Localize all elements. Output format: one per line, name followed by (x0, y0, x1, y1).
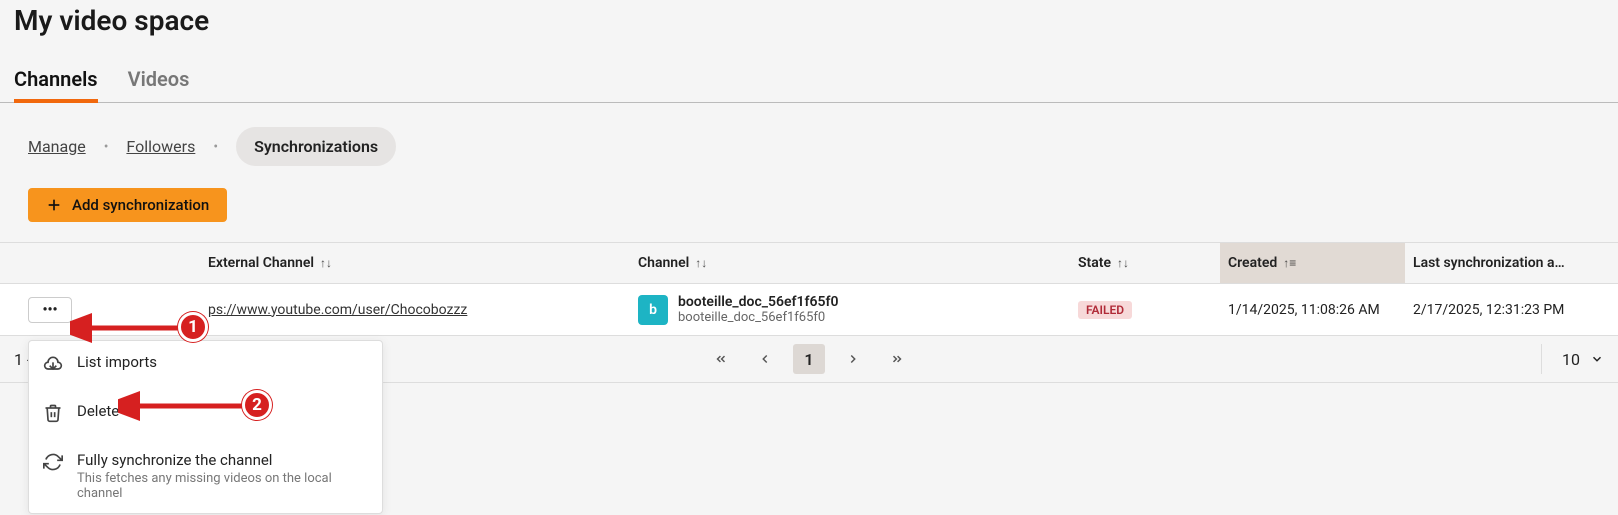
pager: 1 (705, 344, 913, 374)
pager-page-1[interactable]: 1 (793, 344, 825, 374)
col-channel-label: Channel (638, 255, 689, 271)
table-header: External Channel ↑↓ Channel ↑↓ State ↑↓ … (0, 242, 1618, 284)
page-size-select[interactable]: 10 (1541, 344, 1604, 374)
row-actions-button[interactable]: ••• (28, 297, 72, 323)
cell-created: 1/14/2025, 11:08:26 AM (1220, 292, 1405, 328)
pager-last[interactable] (881, 344, 913, 374)
dropdown-full-sync-label: Fully synchronize the channel (77, 451, 368, 469)
refresh-icon (43, 452, 63, 476)
tab-channels[interactable]: Channels (14, 67, 98, 103)
col-created-label: Created (1228, 255, 1277, 271)
page-size-value: 10 (1562, 350, 1580, 369)
add-synchronization-label: Add synchronization (72, 196, 209, 214)
chevron-left-icon (758, 352, 772, 366)
cell-state: FAILED (1070, 291, 1220, 329)
cloud-download-icon (43, 354, 63, 378)
chevrons-left-icon (714, 352, 728, 366)
sort-icon: ↑↓ (695, 256, 707, 270)
subnav-followers[interactable]: Followers (126, 137, 195, 156)
pager-first[interactable] (705, 344, 737, 374)
col-last-sync[interactable]: Last synchronization a… (1405, 243, 1615, 283)
sort-asc-icon: ↑≡ (1283, 256, 1296, 270)
col-state[interactable]: State ↑↓ (1070, 243, 1220, 283)
row-actions-dropdown: List imports Delete Fully synchronize th… (28, 340, 383, 514)
dropdown-delete[interactable]: Delete (29, 390, 382, 439)
cell-last-sync: 2/17/2025, 12:31:23 PM (1405, 292, 1615, 328)
subnav-manage[interactable]: Manage (28, 137, 86, 156)
external-channel-link[interactable]: ps://www.youtube.com/user/Chocobozzz (208, 302, 467, 318)
add-synchronization-button[interactable]: Add synchronization (28, 188, 227, 222)
separator-dot: • (213, 139, 218, 155)
ellipsis-icon: ••• (42, 302, 57, 318)
state-badge-failed: FAILED (1078, 301, 1132, 319)
col-state-label: State (1078, 255, 1111, 271)
separator-dot: • (104, 139, 109, 155)
subnav-synchronizations[interactable]: Synchronizations (236, 127, 396, 166)
col-channel[interactable]: Channel ↑↓ (630, 243, 1070, 283)
dropdown-delete-label: Delete (77, 402, 119, 420)
trash-icon (43, 403, 63, 427)
channel-avatar: b (638, 295, 668, 325)
sort-icon: ↑↓ (1117, 256, 1129, 270)
chevrons-right-icon (890, 352, 904, 366)
chevron-down-icon (1590, 352, 1604, 366)
col-last-sync-label: Last synchronization a… (1413, 255, 1565, 271)
dropdown-list-imports[interactable]: List imports (29, 341, 382, 390)
table-row: ••• ps://www.youtube.com/user/Chocobozzz… (0, 284, 1618, 336)
plus-icon (46, 197, 62, 213)
pager-prev[interactable] (749, 344, 781, 374)
page-title: My video space (0, 4, 1618, 47)
dropdown-full-sync[interactable]: Fully synchronize the channel This fetch… (29, 439, 382, 513)
col-created[interactable]: Created ↑≡ (1220, 243, 1405, 283)
pager-next[interactable] (837, 344, 869, 374)
col-external-channel-label: External Channel (208, 255, 314, 271)
primary-tabs: Channels Videos (0, 67, 1618, 103)
col-external-channel[interactable]: External Channel ↑↓ (200, 243, 630, 283)
cell-channel: b booteille_doc_56ef1f65f0 booteille_doc… (630, 284, 1070, 335)
sub-nav: Manage • Followers • Synchronizations (0, 103, 1618, 188)
channel-handle: booteille_doc_56ef1f65f0 (678, 310, 838, 325)
dropdown-list-imports-label: List imports (77, 353, 157, 371)
channel-name[interactable]: booteille_doc_56ef1f65f0 (678, 294, 838, 310)
sort-icon: ↑↓ (320, 256, 332, 270)
cell-actions: ••• (0, 287, 200, 333)
chevron-right-icon (846, 352, 860, 366)
cell-external-channel: ps://www.youtube.com/user/Chocobozzz (200, 292, 630, 328)
col-actions (0, 251, 200, 275)
tab-videos[interactable]: Videos (128, 67, 190, 102)
channel-text: booteille_doc_56ef1f65f0 booteille_doc_5… (678, 294, 838, 325)
dropdown-full-sync-desc: This fetches any missing videos on the l… (77, 471, 368, 501)
